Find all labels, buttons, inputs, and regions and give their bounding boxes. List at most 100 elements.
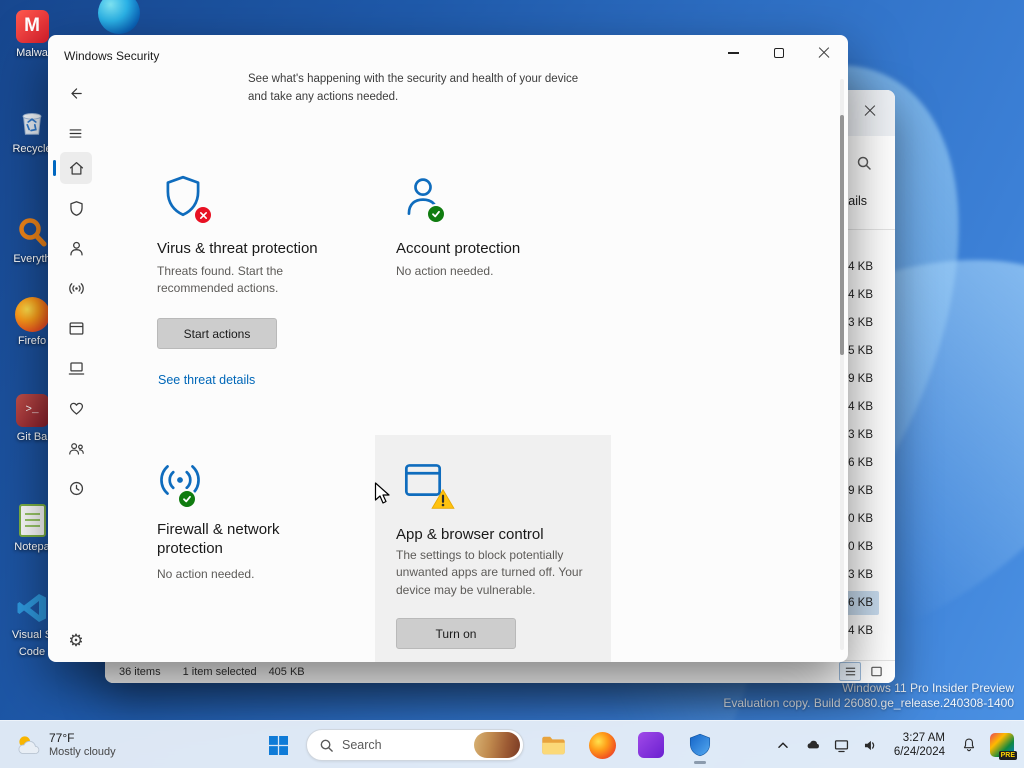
- folder-icon: [541, 736, 565, 754]
- card-desc-virus-threat: Threats found. Start the recommended act…: [157, 264, 284, 296]
- turn-on-button[interactable]: Turn on: [396, 618, 516, 649]
- card-desc-firewall: No action needed.: [157, 567, 255, 581]
- taskbar-search-box[interactable]: Search: [306, 729, 524, 761]
- tray-display[interactable]: [829, 725, 855, 765]
- minimize-icon: [728, 52, 739, 54]
- card-title-firewall[interactable]: Firewall & network protection: [157, 521, 302, 559]
- watermark-line1: Windows 11 Pro Insider Preview: [842, 681, 1014, 695]
- close-icon: [864, 105, 876, 117]
- warning-badge-icon: [431, 488, 455, 510]
- window-title: Windows Security: [64, 49, 160, 63]
- hamburger-icon: [69, 128, 81, 138]
- insider-watermark: Windows 11 Pro Insider Preview Evaluatio…: [723, 681, 1014, 711]
- desktop-icon-label: Recycle: [12, 143, 52, 155]
- notification-center-button[interactable]: [955, 725, 983, 765]
- icons-view-toggle[interactable]: [865, 662, 887, 681]
- taskbar-clock[interactable]: 3:27 AM 6/24/2024: [887, 731, 952, 760]
- ok-badge-icon: [177, 489, 197, 509]
- sidebar-item-settings[interactable]: ⚙: [60, 624, 92, 656]
- desktop-icon-label: Malwa: [16, 47, 48, 59]
- laptop-icon: [68, 361, 84, 375]
- history-clock-icon: [69, 481, 83, 495]
- card-desc-account: No action needed.: [396, 264, 494, 278]
- subtitle-line1: See what's happening with the security a…: [248, 73, 579, 85]
- bell-icon: [963, 738, 975, 752]
- desktop-icon-label: Firefo: [17, 335, 47, 347]
- active-app-indicator: [694, 761, 706, 764]
- desktop-icon-label: Git Ba: [16, 431, 48, 443]
- taskbar-icon-explorer[interactable]: [533, 725, 573, 765]
- weather-temperature: 77°F: [49, 730, 75, 745]
- maximize-icon: [773, 48, 784, 58]
- desktop-icon-label: Everyth: [13, 253, 51, 265]
- insider-preview-badge[interactable]: PRE: [986, 725, 1018, 765]
- desktop-icon-label: Visual S: [11, 629, 53, 641]
- card-title-virus-threat[interactable]: Virus & threat protection: [157, 240, 318, 259]
- windows-security-window: Windows Security See what's happening wi…: [48, 35, 848, 662]
- close-button[interactable]: [801, 35, 846, 71]
- desktop-icon-label: Code: [18, 645, 46, 658]
- sidebar-item-app-browser[interactable]: [60, 312, 92, 344]
- see-threat-details-link[interactable]: See threat details: [158, 373, 255, 387]
- windows-logo-icon: [268, 735, 288, 755]
- clock-date: 6/24/2024: [893, 746, 945, 758]
- shield-icon: [69, 200, 83, 216]
- git-bash-icon: >_: [14, 392, 50, 428]
- sidebar-item-home[interactable]: [53, 152, 92, 184]
- explorer-close-button[interactable]: [853, 96, 887, 126]
- tray-volume[interactable]: [858, 725, 884, 765]
- sidebar-item-device-security[interactable]: [60, 352, 92, 384]
- explorer-search-icon[interactable]: [849, 148, 879, 178]
- cloud-icon: [807, 740, 819, 749]
- card-title-app-browser[interactable]: App & browser control: [396, 526, 544, 545]
- vscode-icon: [14, 590, 50, 626]
- scrollbar-thumb[interactable]: [840, 115, 844, 355]
- sidebar-item-family-options[interactable]: [60, 432, 92, 464]
- recycle-bin-icon: [14, 104, 50, 140]
- app-browser-control-icon: [398, 455, 455, 509]
- back-arrow-icon: [70, 87, 82, 99]
- explorer-details-button[interactable]: tails: [845, 194, 867, 208]
- tray-show-hidden-icons[interactable]: [769, 725, 797, 765]
- card-title-account[interactable]: Account protection: [396, 240, 520, 259]
- details-view-toggle[interactable]: [839, 662, 861, 681]
- page-subtitle: See what's happening with the security a…: [248, 71, 578, 107]
- back-button[interactable]: [60, 79, 90, 107]
- clock-time: 3:27 AM: [902, 731, 945, 744]
- taskbar-icon-windows-security[interactable]: [680, 725, 720, 765]
- security-shield-icon: [689, 733, 711, 757]
- edge-icon[interactable]: [98, 0, 140, 34]
- sidebar-item-virus-threat[interactable]: [60, 192, 92, 224]
- purple-app-icon: [638, 732, 664, 758]
- speaker-icon: [865, 740, 875, 750]
- error-badge-icon: [193, 205, 213, 225]
- firefox-icon: [14, 296, 50, 332]
- tray-onedrive[interactable]: [800, 725, 826, 765]
- start-button[interactable]: [259, 725, 297, 765]
- heart-icon: [69, 402, 83, 415]
- minimize-button[interactable]: [711, 35, 756, 71]
- app-window-icon: [69, 321, 83, 335]
- sidebar-item-firewall[interactable]: [60, 272, 92, 304]
- mouse-cursor: [374, 482, 394, 511]
- maximize-button[interactable]: [756, 35, 801, 71]
- family-icon: [68, 442, 84, 455]
- menu-button[interactable]: [60, 119, 90, 147]
- start-actions-button[interactable]: Start actions: [157, 318, 277, 349]
- everything-icon: [14, 214, 50, 250]
- sidebar-item-account[interactable]: [60, 232, 92, 264]
- firefox-icon: [588, 731, 616, 759]
- weather-widget[interactable]: 77°F Mostly cloudy: [6, 725, 124, 765]
- account-protection-icon: [398, 172, 448, 224]
- insider-colorful-icon: PRE: [990, 733, 1017, 760]
- malwarebytes-icon: M: [14, 8, 50, 44]
- search-highlight-image[interactable]: [474, 732, 520, 758]
- pre-badge-label: PRE: [998, 751, 1017, 760]
- taskbar-icon-firefox[interactable]: [582, 725, 622, 765]
- sidebar-item-device-performance[interactable]: [60, 392, 92, 424]
- sidebar-item-protection-history[interactable]: [60, 472, 92, 504]
- weather-condition: Mostly cloudy: [49, 745, 116, 758]
- virus-threat-shield-icon: [158, 172, 213, 225]
- taskbar-icon-purple-app[interactable]: [631, 725, 671, 765]
- search-icon: [320, 739, 333, 752]
